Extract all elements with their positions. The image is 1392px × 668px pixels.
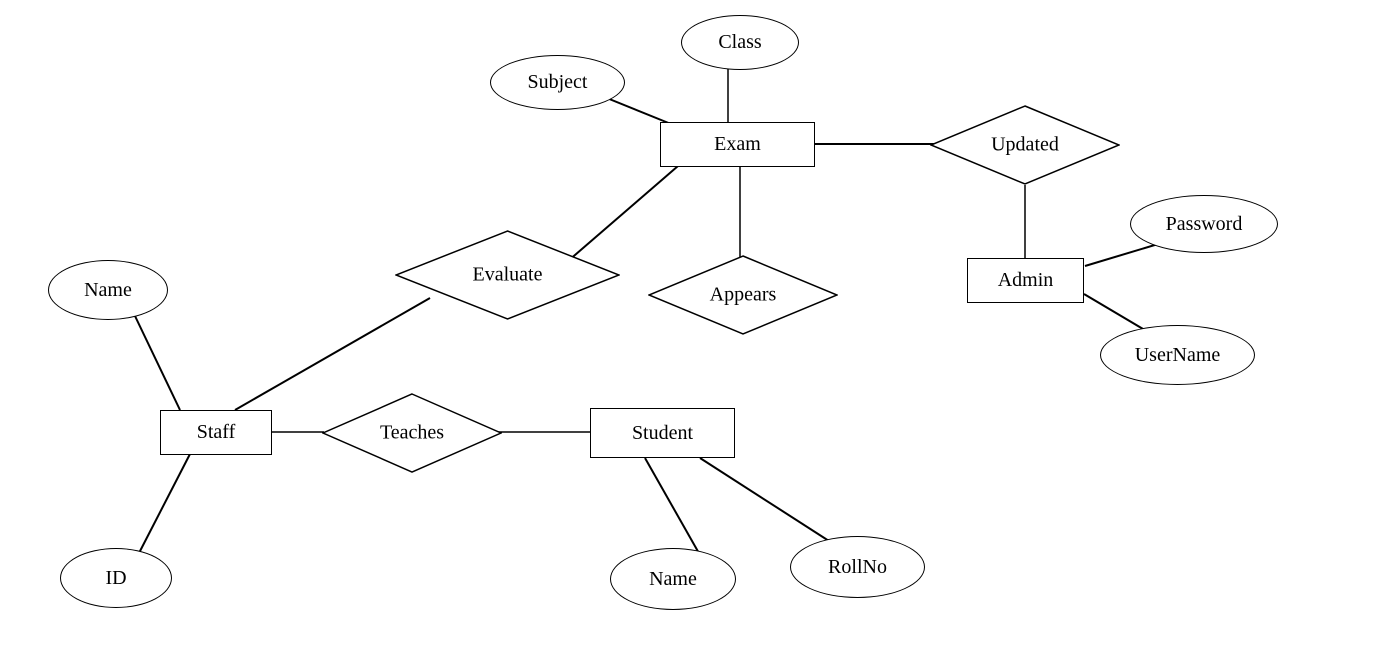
- relationship-label: Appears: [710, 284, 777, 307]
- relationship-updated: Updated: [930, 105, 1120, 185]
- relationship-teaches: Teaches: [322, 393, 502, 473]
- relationship-evaluate: Evaluate: [395, 230, 620, 320]
- er-diagram: Class Subject Name ID Name RollNo Passwo…: [0, 0, 1392, 668]
- relationship-label: Updated: [991, 134, 1059, 157]
- relationship-appears: Appears: [648, 255, 838, 335]
- relationship-label: Teaches: [380, 422, 444, 445]
- relationship-label: Evaluate: [473, 264, 543, 287]
